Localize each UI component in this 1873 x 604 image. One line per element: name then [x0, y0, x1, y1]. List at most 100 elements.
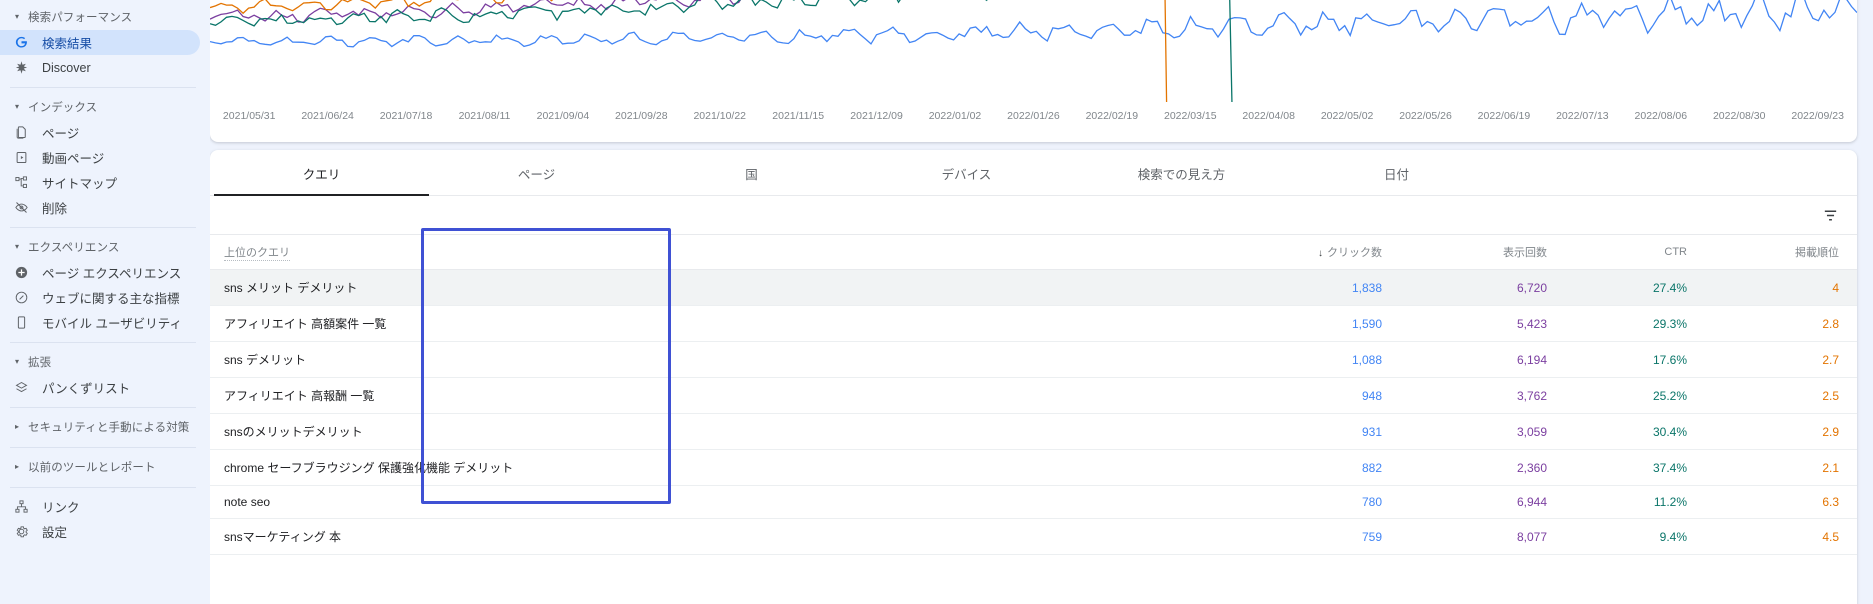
impressions-cell: 6,194 [1396, 341, 1561, 378]
x-axis-tick: 2022/08/30 [1712, 110, 1766, 122]
impressions-cell: 6,720 [1396, 269, 1561, 306]
query-cell[interactable]: sns デメリット [210, 341, 1206, 378]
sidebar-item-label: パンくずリスト [42, 382, 131, 396]
x-axis-tick: 2021/11/15 [772, 110, 825, 122]
performance-line-chart[interactable]: 1 1 1 [210, 0, 1857, 102]
query-cell[interactable]: note seo [210, 485, 1206, 519]
tab-label: 国 [745, 167, 758, 182]
table-row[interactable]: snsのメリットデメリット 931 3,059 30.4% 2.9 [210, 413, 1857, 450]
query-cell[interactable]: アフィリエイト 高報酬 一覧 [210, 377, 1206, 414]
sidebar-group-enhancements[interactable]: ▾ 拡張 [0, 349, 210, 375]
sidebar-item-links[interactable]: リンク [0, 494, 200, 519]
impressions-cell: 2,360 [1396, 449, 1561, 486]
table-row[interactable]: snsマーケティング 本 759 8,077 9.4% 4.5 [210, 518, 1857, 555]
hidden-eye-icon [10, 200, 32, 215]
queries-table: 上位のクエリ ↓ クリック数 表示回数 CTR 掲載順位 sns メリット デメ… [210, 234, 1857, 555]
sidebar-item-settings[interactable]: 設定 [0, 519, 200, 544]
sidebar-group-index[interactable]: ▾ インデックス [0, 94, 210, 120]
ctr-cell: 37.4% [1561, 449, 1701, 486]
x-axis-tick: 2021/09/28 [615, 110, 668, 122]
ctr-cell: 29.3% [1561, 305, 1701, 342]
breadcrumb-icon [10, 380, 32, 395]
search-console-app: ▾ 検索パフォーマンス 検索結果 Discover ▾ インデックス ページ 動… [0, 0, 1873, 604]
tab-3[interactable]: デバイス [859, 150, 1074, 196]
sidebar-group-legacy-tools[interactable]: ▸ 以前のツールとレポート [0, 454, 210, 480]
query-cell[interactable]: アフィリエイト 高額案件 一覧 [210, 305, 1206, 342]
divider [10, 87, 196, 88]
query-cell[interactable]: sns メリット デメリット [210, 269, 1206, 306]
column-header-impressions[interactable]: 表示回数 [1396, 234, 1561, 270]
table-row[interactable]: chrome セーフブラウジング 保護強化機能 デメリット 882 2,360 37.… [210, 449, 1857, 486]
sidebar-item-label: ウェブに関する主な指標 [42, 292, 180, 306]
x-axis-tick: 2022/01/26 [1007, 110, 1060, 122]
query-cell[interactable]: snsマーケティング 本 [210, 518, 1206, 555]
ctr-cell: 30.4% [1561, 413, 1701, 450]
tab-0[interactable]: クエリ [214, 150, 429, 196]
links-icon [10, 499, 32, 514]
sidebar-item-sitemaps[interactable]: サイトマップ [0, 170, 200, 195]
query-cell[interactable]: chrome セーフブラウジング 保護強化機能 デメリット [210, 449, 1206, 486]
sidebar-group-search-performance[interactable]: ▾ 検索パフォーマンス [0, 4, 210, 30]
x-axis-tick: 2022/06/19 [1477, 110, 1531, 122]
tab-label: デバイス [941, 167, 992, 182]
chevron-down-icon: ▾ [14, 357, 20, 366]
table-row[interactable]: sns メリット デメリット 1,838 6,720 27.4% 4 [210, 269, 1857, 306]
x-axis-tick: 2022/09/23 [1791, 110, 1844, 122]
position-cell: 2.9 [1701, 413, 1857, 450]
x-axis-tick: 2021/12/09 [850, 110, 903, 122]
column-header-impressions-label: 表示回数 [1503, 247, 1547, 259]
position-cell: 4 [1701, 269, 1857, 306]
sidebar-item-mobile-usability[interactable]: モバイル ユーザビリティ [0, 310, 200, 335]
sitemap-icon [10, 175, 32, 190]
column-header-position-label: 掲載順位 [1795, 247, 1839, 259]
x-axis-tick: 2021/06/24 [301, 110, 354, 122]
sidebar-item-discover[interactable]: Discover [0, 55, 200, 80]
ctr-cell: 25.2% [1561, 377, 1701, 414]
page-experience-icon [10, 265, 32, 280]
clicks-cell: 931 [1206, 413, 1396, 450]
table-row[interactable]: アフィリエイト 高報酬 一覧 948 3,762 25.2% 2.5 [210, 377, 1857, 414]
x-axis-tick: 2021/05/31 [222, 110, 276, 122]
tab-4[interactable]: 検索での見え方 [1074, 150, 1289, 196]
sidebar-item-label: 検索結果 [42, 37, 93, 51]
sidebar-item-label: サイトマップ [42, 177, 118, 191]
column-header-query[interactable]: 上位のクエリ [210, 234, 1206, 270]
table-filter-bar [210, 196, 1857, 234]
tab-2[interactable]: 国 [644, 150, 859, 196]
chevron-down-icon: ▾ [14, 102, 20, 111]
table-row[interactable]: sns デメリット 1,088 6,194 17.6% 2.7 [210, 341, 1857, 378]
table-row[interactable]: note seo 780 6,944 11.2% 6.3 [210, 485, 1857, 519]
chevron-right-icon: ▸ [14, 462, 20, 471]
sidebar-item-video-pages[interactable]: 動画ページ [0, 145, 200, 170]
sidebar-group-label: 検索パフォーマンス [28, 12, 133, 24]
filter-icon[interactable] [1822, 207, 1839, 224]
sidebar-item-search-results[interactable]: 検索結果 [0, 30, 200, 55]
tab-1[interactable]: ページ [429, 150, 644, 196]
sidebar-item-label: リンク [42, 501, 80, 515]
column-header-position[interactable]: 掲載順位 [1701, 234, 1857, 270]
sidebar-item-breadcrumbs[interactable]: パンくずリスト [0, 375, 200, 400]
tab-label: クエリ [302, 167, 341, 182]
column-header-clicks[interactable]: ↓ クリック数 [1206, 234, 1396, 270]
sidebar-item-label: 設定 [42, 526, 68, 540]
sidebar-item-pages[interactable]: ページ [0, 120, 200, 145]
position-cell: 2.8 [1701, 305, 1857, 342]
sidebar-group-experience[interactable]: ▾ エクスペリエンス [0, 234, 210, 260]
column-header-ctr[interactable]: CTR [1561, 234, 1701, 270]
sidebar-group-label: エクスペリエンス [28, 242, 120, 254]
impressions-cell: 5,423 [1396, 305, 1561, 342]
sidebar-group-security-manual-actions[interactable]: ▸ セキュリティと手動による対策 [0, 414, 210, 440]
gear-icon [10, 524, 32, 539]
query-cell[interactable]: snsのメリットデメリット [210, 413, 1206, 450]
x-axis-tick: 2022/01/02 [928, 110, 982, 122]
dimension-tabs: クエリ ページ 国 デバイス 検索での見え方 日付 [210, 150, 1857, 196]
position-cell: 6.3 [1701, 485, 1857, 519]
page-icon [10, 125, 32, 140]
sidebar-group-label: セキュリティと手動による対策 [28, 422, 190, 434]
ctr-line [210, 0, 1233, 102]
sidebar-item-removals[interactable]: 削除 [0, 195, 200, 220]
tab-5[interactable]: 日付 [1289, 150, 1504, 196]
sidebar-item-page-experience[interactable]: ページ エクスペリエンス [0, 260, 200, 285]
sidebar-item-core-web-vitals[interactable]: ウェブに関する主な指標 [0, 285, 200, 310]
table-row[interactable]: アフィリエイト 高額案件 一覧 1,590 5,423 29.3% 2.8 [210, 305, 1857, 342]
